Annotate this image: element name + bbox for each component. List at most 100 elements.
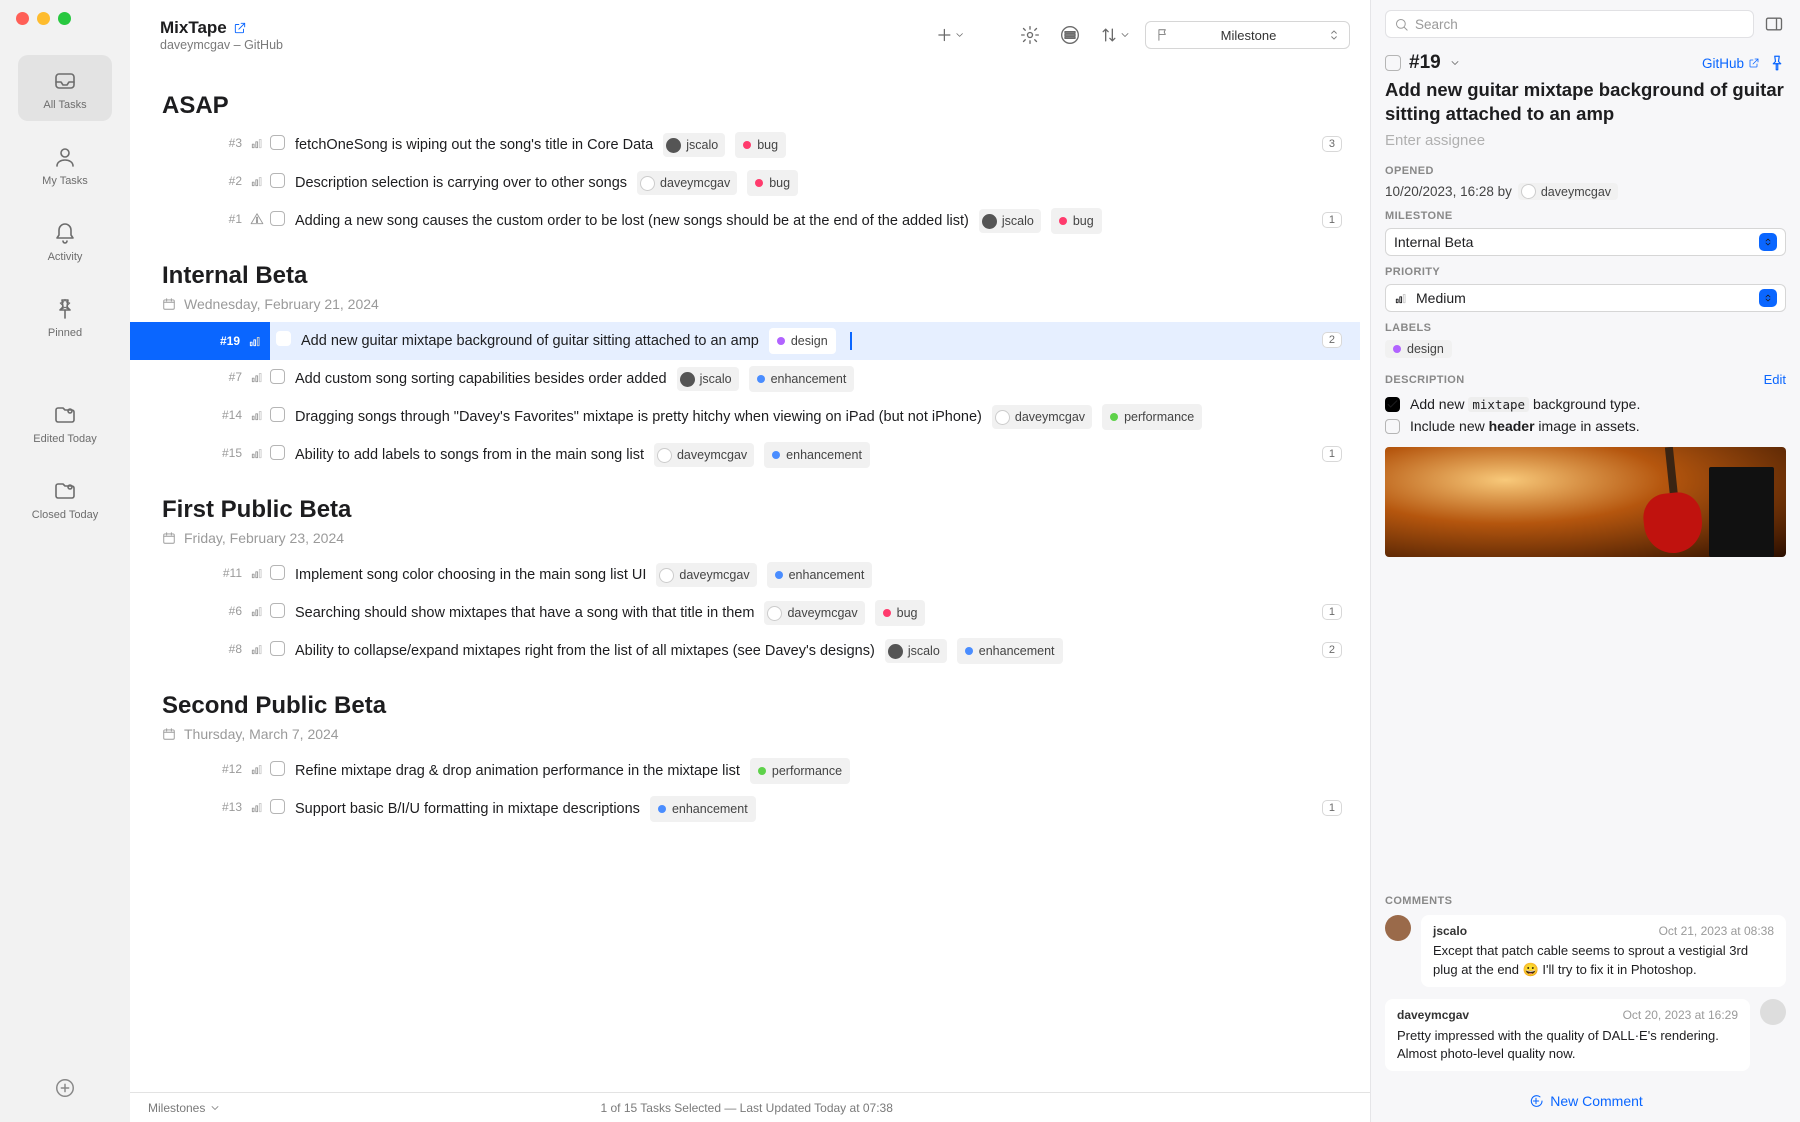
assignee-chip[interactable]: jscalo (979, 209, 1041, 233)
settings-button[interactable] (1015, 20, 1045, 50)
sidebar-edited-today[interactable]: Edited Today (18, 389, 112, 455)
label-performance[interactable]: performance (750, 758, 850, 784)
new-comment-button[interactable]: New Comment (1528, 1093, 1643, 1109)
task-row[interactable]: #3fetchOneSong is wiping out the song's … (130, 126, 1360, 164)
label-enhancement[interactable]: enhancement (749, 366, 855, 392)
task-row[interactable]: #14Dragging songs through "Davey's Favor… (130, 398, 1360, 436)
chevron-updown-icon (1762, 236, 1774, 248)
calendar-icon (162, 297, 176, 311)
task-row[interactable]: #11Implement song color choosing in the … (130, 556, 1360, 594)
close-window[interactable] (16, 12, 29, 25)
label-performance[interactable]: performance (1102, 404, 1202, 430)
task-checkbox[interactable] (270, 135, 285, 150)
task-row[interactable]: #6Searching should show mixtapes that ha… (130, 594, 1360, 632)
sidebar-closed-today[interactable]: Closed Today (18, 465, 112, 531)
tray-icon (52, 69, 78, 93)
sidebar-my-tasks[interactable]: My Tasks (18, 131, 112, 197)
minimize-window[interactable] (37, 12, 50, 25)
desc-item: Include new header image in assets. (1385, 415, 1786, 437)
label-enhancement[interactable]: enhancement (957, 638, 1063, 664)
label-design[interactable]: design (1385, 340, 1452, 358)
milestone-select[interactable]: Internal Beta (1385, 228, 1786, 256)
task-row[interactable]: #7Add custom song sorting capabilities b… (130, 360, 1360, 398)
detail-labels[interactable]: design (1385, 340, 1786, 358)
chevron-updown-icon (1327, 28, 1341, 42)
task-checkbox[interactable] (270, 799, 285, 814)
comment-count: 2 (1322, 642, 1342, 658)
label-enhancement[interactable]: enhancement (767, 562, 873, 588)
assignee-chip[interactable]: jscalo (885, 639, 947, 663)
task-row[interactable]: #2Description selection is carrying over… (130, 164, 1360, 202)
task-checkbox[interactable] (270, 761, 285, 776)
chevron-down-icon[interactable] (1449, 57, 1461, 69)
label-enhancement[interactable]: enhancement (764, 442, 870, 468)
task-checkbox[interactable] (270, 173, 285, 188)
label-bug[interactable]: bug (735, 132, 786, 158)
task-title: Ability to add labels to songs from in t… (295, 444, 644, 466)
task-checkbox[interactable] (276, 331, 291, 346)
task-title: Description selection is carrying over t… (295, 172, 627, 194)
status-left[interactable]: Milestones (148, 1101, 221, 1115)
assignee-chip[interactable]: jscalo (677, 367, 739, 391)
opened-by-chip[interactable]: daveymcgav (1518, 183, 1618, 200)
assignee-chip[interactable]: daveymcgav (654, 443, 754, 467)
assignee-chip[interactable]: daveymcgav (764, 601, 864, 625)
detail-pane: Search #19 GitHub Add new guitar mixtape… (1370, 0, 1800, 1122)
description-image[interactable] (1385, 447, 1786, 557)
zoom-window[interactable] (58, 12, 71, 25)
task-checkbox[interactable] (270, 603, 285, 618)
task-checkbox[interactable] (270, 211, 285, 226)
task-row[interactable]: #13Support basic B/I/U formatting in mix… (130, 790, 1360, 828)
comment-text: Except that patch cable seems to sprout … (1433, 942, 1774, 978)
pin-filled-icon[interactable] (1768, 54, 1786, 72)
task-checkbox[interactable] (270, 565, 285, 580)
detail-assignee-input[interactable]: Enter assignee (1385, 132, 1786, 149)
filter-button[interactable] (1055, 20, 1085, 50)
priority-select[interactable]: Medium (1385, 284, 1786, 312)
assignee-chip[interactable]: daveymcgav (992, 405, 1092, 429)
task-checkbox[interactable] (270, 445, 285, 460)
task-row[interactable]: #15Ability to add labels to songs from i… (130, 436, 1360, 474)
desc-checkbox[interactable] (1385, 397, 1400, 412)
sort-button[interactable] (1095, 20, 1135, 50)
panel-toggle[interactable] (1762, 12, 1786, 36)
task-checkbox[interactable] (270, 369, 285, 384)
task-title: Implement song color choosing in the mai… (295, 564, 646, 586)
calendar-icon (162, 531, 176, 545)
label-design[interactable]: design (769, 328, 836, 354)
task-row[interactable]: #1Adding a new song causes the custom or… (130, 202, 1360, 240)
group-subtitle: Wednesday, February 21, 2024 (130, 296, 1360, 322)
task-list[interactable]: ASAP#3fetchOneSong is wiping out the son… (130, 60, 1370, 1092)
label-bug[interactable]: bug (747, 170, 798, 196)
sidebar-item-label: All Tasks (43, 99, 86, 111)
avatar (1760, 999, 1786, 1025)
task-checkbox[interactable] (270, 641, 285, 656)
desc-checkbox[interactable] (1385, 419, 1400, 434)
add-button[interactable] (935, 20, 965, 50)
task-checkbox[interactable] (270, 407, 285, 422)
task-title: Searching should show mixtapes that have… (295, 602, 754, 624)
assignee-chip[interactable]: jscalo (663, 133, 725, 157)
plus-circle-icon (54, 1077, 76, 1099)
edit-description[interactable]: Edit (1764, 372, 1786, 387)
sidebar-all-tasks[interactable]: All Tasks (18, 55, 112, 121)
label-enhancement[interactable]: enhancement (650, 796, 756, 822)
grouping-selector[interactable]: Milestone (1145, 21, 1350, 49)
external-link-icon[interactable] (233, 21, 247, 35)
sidebar-pinned[interactable]: Pinned (18, 283, 112, 349)
sidebar-item-label: Activity (48, 251, 83, 263)
flag-icon (1156, 28, 1170, 42)
assignee-chip[interactable]: daveymcgav (656, 563, 756, 587)
detail-checkbox[interactable] (1385, 55, 1401, 71)
group-subtitle: Thursday, March 7, 2024 (130, 726, 1360, 752)
task-row[interactable]: #19Add new guitar mixtape background of … (130, 322, 1360, 360)
assignee-chip[interactable]: daveymcgav (637, 171, 737, 195)
task-row[interactable]: #12Refine mixtape drag & drop animation … (130, 752, 1360, 790)
label-bug[interactable]: bug (875, 600, 926, 626)
search-input[interactable]: Search (1385, 10, 1754, 38)
sidebar-add[interactable] (54, 1077, 76, 1102)
github-link[interactable]: GitHub (1702, 56, 1760, 71)
task-row[interactable]: #8Ability to collapse/expand mixtapes ri… (130, 632, 1360, 670)
sidebar-activity[interactable]: Activity (18, 207, 112, 273)
label-bug[interactable]: bug (1051, 208, 1102, 234)
